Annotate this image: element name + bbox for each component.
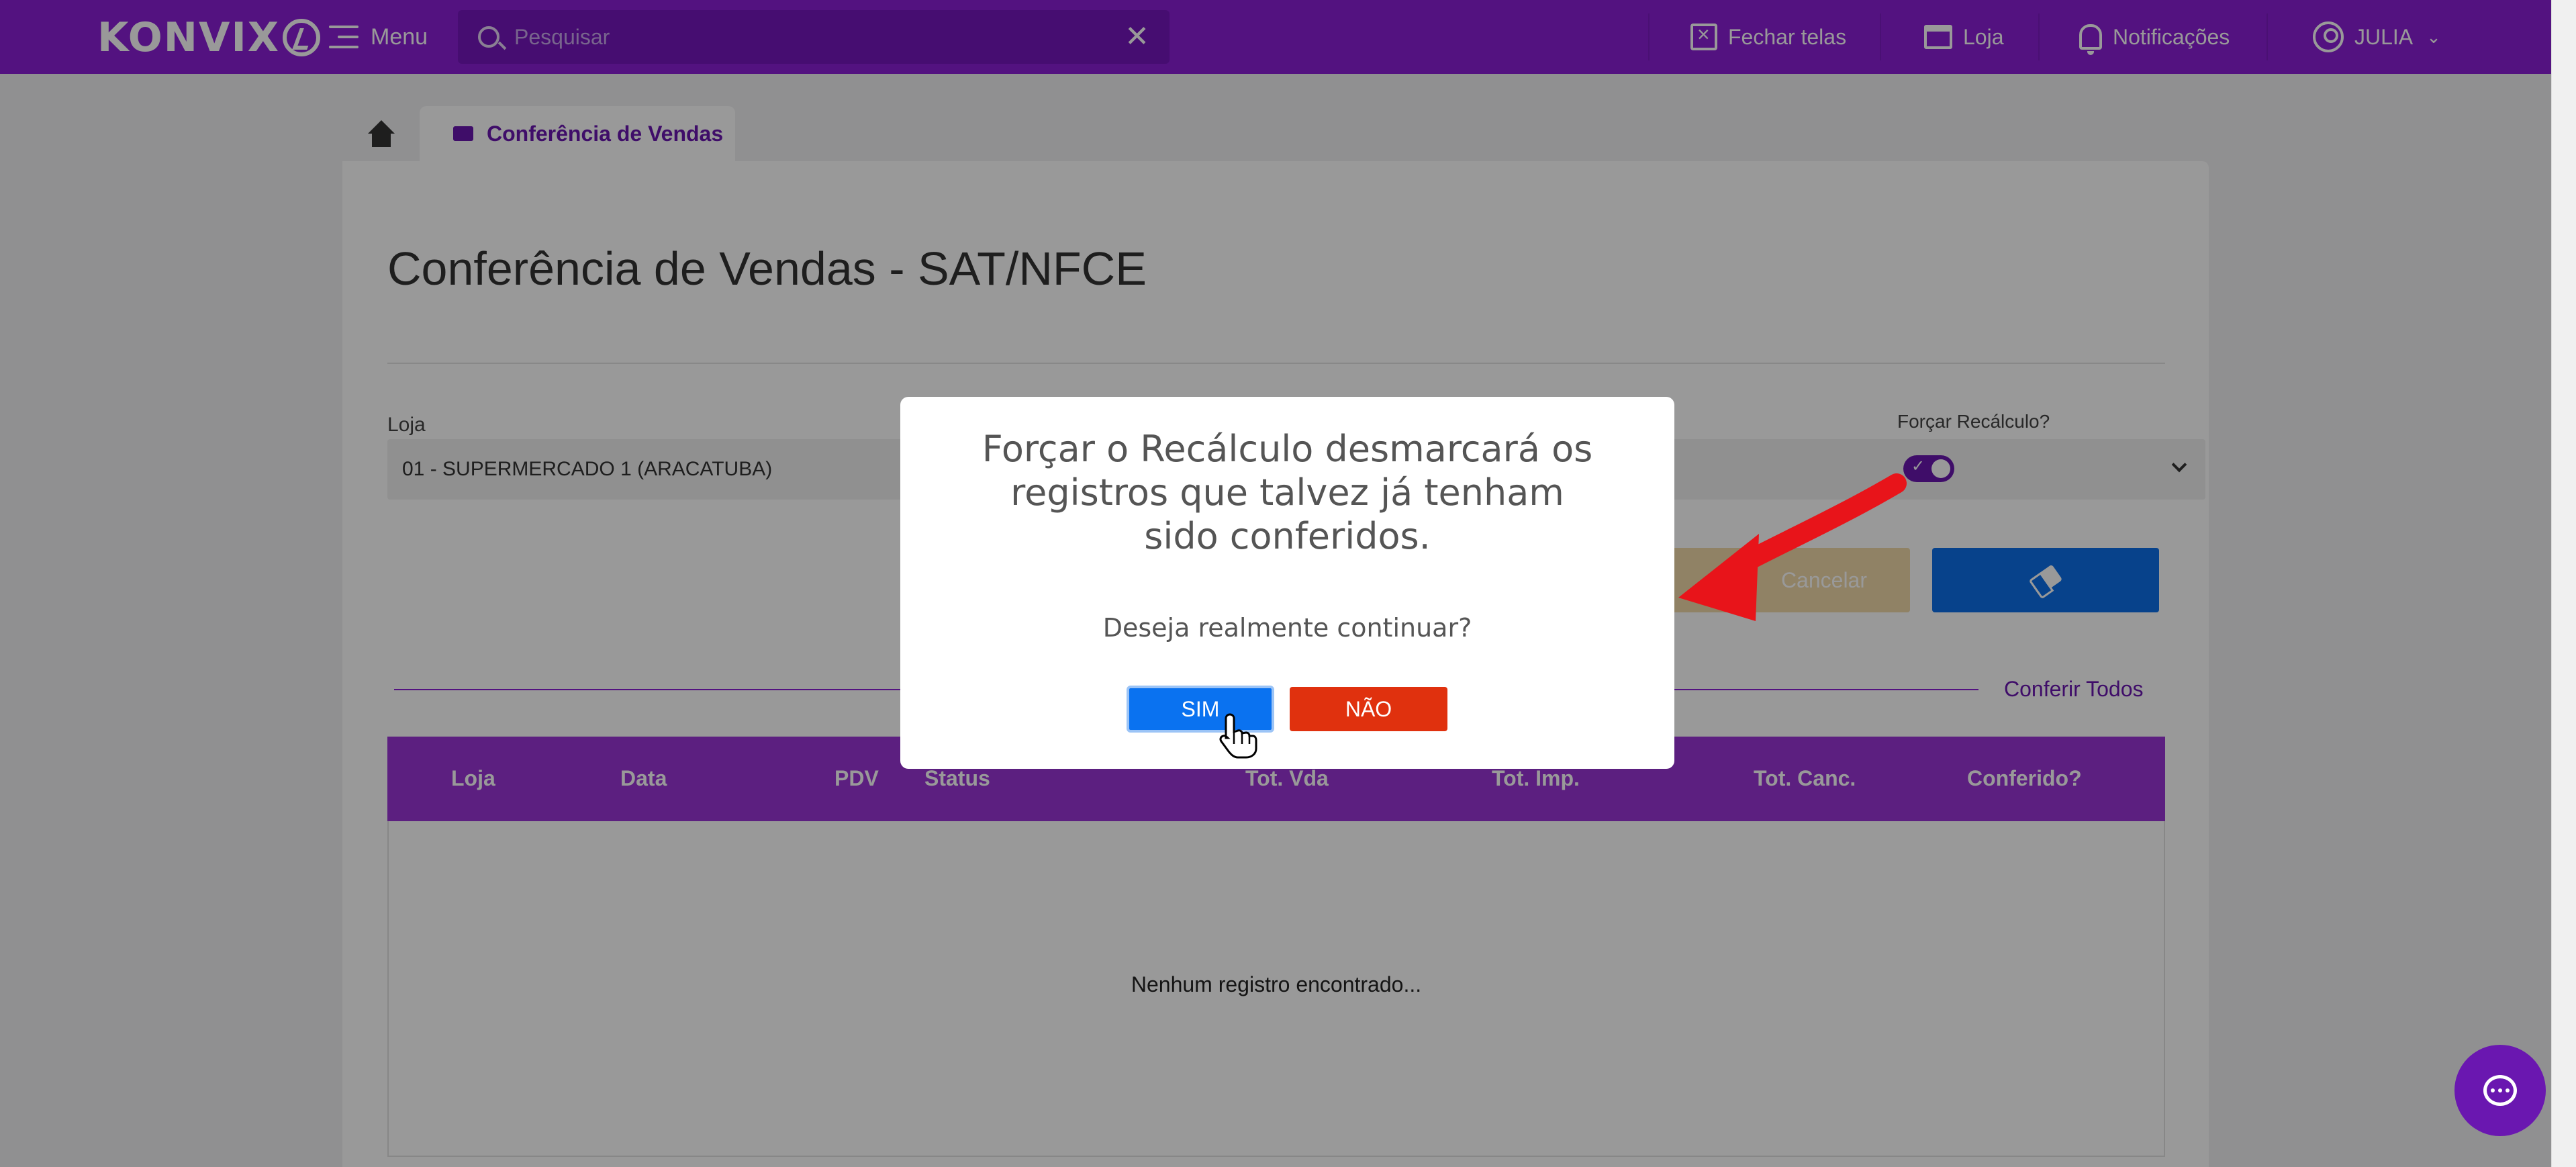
hand-cursor-icon [1219, 713, 1257, 759]
annotation-arrow-icon [1678, 473, 1907, 621]
nao-button[interactable]: NÃO [1290, 687, 1447, 731]
page-scrollbar[interactable] [2551, 0, 2576, 1167]
dialog-title: Forçar o Recálculo desmarcará os registr… [982, 428, 1593, 557]
confirm-dialog: Forçar o Recálculo desmarcará os registr… [900, 397, 1674, 769]
chat-button[interactable] [2454, 1045, 2546, 1136]
dialog-message: Deseja realmente continuar? [1102, 613, 1472, 643]
chat-bubble-icon [2483, 1075, 2517, 1106]
